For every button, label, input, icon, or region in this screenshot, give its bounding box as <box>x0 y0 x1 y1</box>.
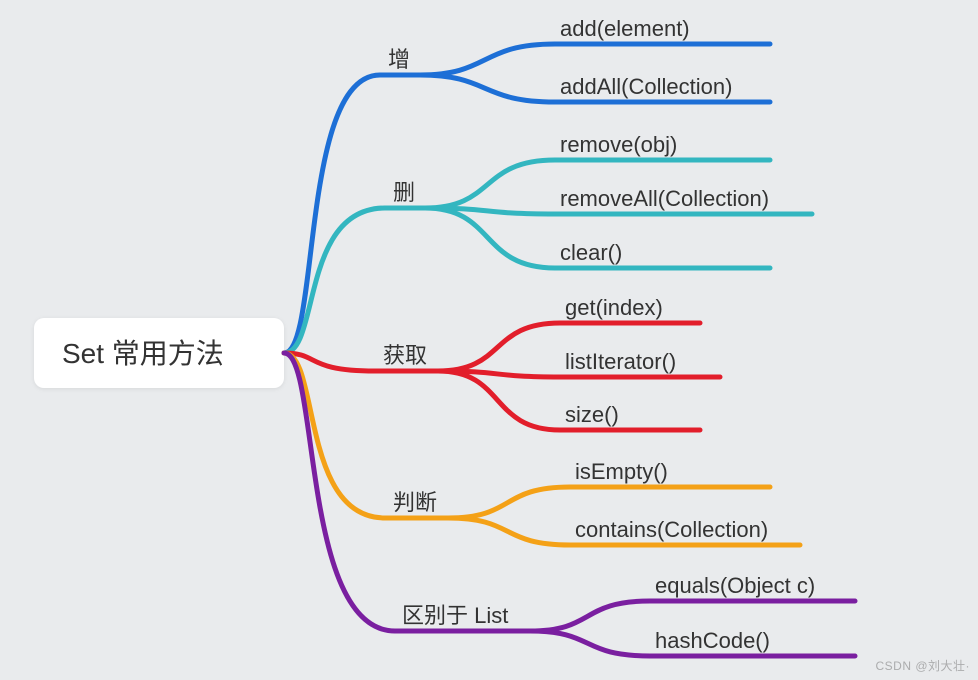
branch-get: 获取 get(index) listIterator() size() <box>284 295 720 430</box>
leaf-equals: equals(Object c) <box>655 573 815 598</box>
branch-judge-label: 判断 <box>393 490 437 515</box>
leaf-listiterator: listIterator() <box>565 349 676 374</box>
leaf-addall: addAll(Collection) <box>560 74 732 99</box>
leaf-remove-obj: remove(obj) <box>560 132 677 157</box>
branch-get-label: 获取 <box>383 343 427 368</box>
watermark: CSDN @刘大壮· <box>875 657 970 674</box>
leaf-hashcode: hashCode() <box>655 628 770 653</box>
leaf-add-element: add(element) <box>560 16 690 41</box>
leaf-contains: contains(Collection) <box>575 517 768 542</box>
branch-remove-label: 删 <box>393 180 415 205</box>
branch-diff-label: 区别于 List <box>402 603 508 628</box>
branch-add-label: 增 <box>388 47 410 72</box>
leaf-clear: clear() <box>560 240 622 265</box>
root-node: Set 常用方法 <box>34 318 284 388</box>
branch-diff: 区别于 List equals(Object c) hashCode() <box>284 353 855 656</box>
branch-remove: 删 remove(obj) removeAll(Collection) clea… <box>284 132 812 353</box>
leaf-isempty: isEmpty() <box>575 459 668 484</box>
branch-judge: 判断 isEmpty() contains(Collection) <box>284 353 800 545</box>
root-label: Set 常用方法 <box>62 338 224 369</box>
mindmap-canvas: Set 常用方法 增 add(element) addAll(Collectio… <box>0 0 978 680</box>
leaf-size: size() <box>565 402 619 427</box>
branch-add: 增 add(element) addAll(Collection) <box>284 16 770 353</box>
leaf-removeall: removeAll(Collection) <box>560 186 769 211</box>
leaf-get-index: get(index) <box>565 295 663 320</box>
